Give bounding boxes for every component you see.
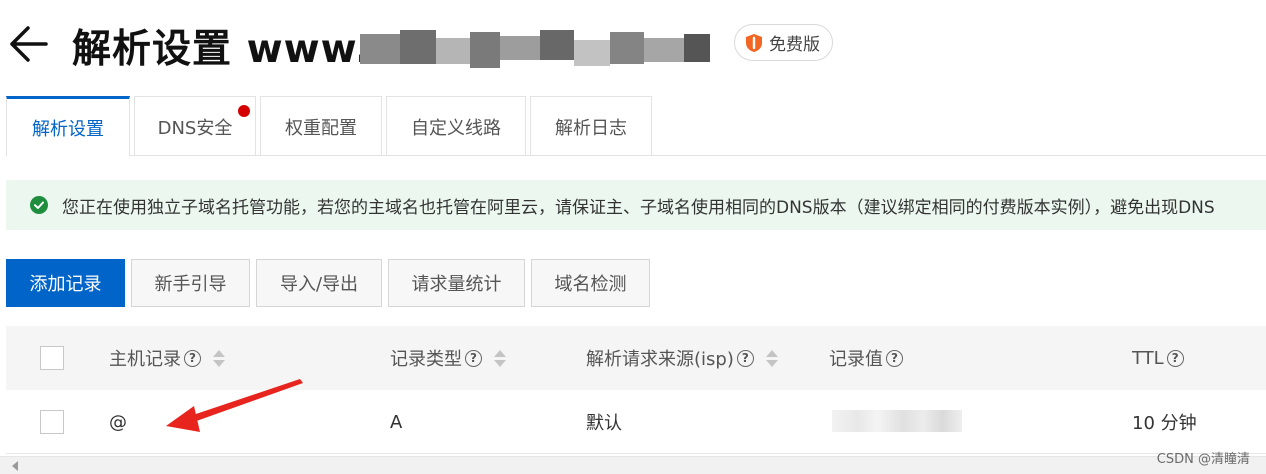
horizontal-scrollbar[interactable]: [0, 456, 1266, 474]
sort-icon[interactable]: [765, 349, 778, 367]
help-icon[interactable]: ?: [736, 349, 754, 367]
tab-divider: [130, 155, 1266, 156]
column-header-host: 主机记录 ?: [109, 326, 225, 390]
edition-label: 免费版: [769, 35, 820, 55]
column-label: 主机记录: [109, 349, 181, 370]
beginner-guide-button[interactable]: 新手引导: [131, 259, 250, 307]
back-arrow-icon[interactable]: [6, 24, 50, 64]
tab-bar: 解析设置 DNS安全 权重配置 自定义线路 解析日志: [6, 96, 656, 156]
help-icon[interactable]: ?: [184, 349, 201, 367]
table-row: @ A 默认 10 分钟: [6, 390, 1266, 454]
notification-dot: [238, 105, 250, 117]
tab-dns-settings[interactable]: 解析设置: [6, 96, 130, 156]
watermark: CSDN @清瞳清: [1156, 452, 1250, 467]
column-label: 记录类型: [390, 349, 462, 370]
tab-label: 解析设置: [32, 118, 104, 140]
request-stats-button[interactable]: 请求量统计: [388, 259, 525, 307]
cell-host: @: [109, 411, 127, 433]
domain-check-button[interactable]: 域名检测: [531, 259, 650, 307]
row-checkbox[interactable]: [40, 410, 64, 434]
tab-dns-security[interactable]: DNS安全: [134, 96, 256, 156]
tab-weight-config[interactable]: 权重配置: [260, 96, 382, 156]
notice-text: 您正在使用独立子域名托管功能，若您的主域名也托管在阿里云，请保证主、子域名使用相…: [62, 197, 1215, 218]
help-icon[interactable]: ?: [1166, 349, 1184, 367]
tab-label: 解析日志: [555, 117, 627, 139]
import-export-button[interactable]: 导入/导出: [256, 259, 382, 307]
help-icon[interactable]: ?: [886, 349, 903, 367]
edition-badge: 免费版: [734, 24, 833, 61]
column-header-ttl: TTL ?: [1132, 326, 1184, 390]
column-header-type: 记录类型 ?: [390, 326, 506, 390]
page-title-text: 解析设置 www.: [72, 27, 371, 72]
tab-dns-logs[interactable]: 解析日志: [530, 96, 652, 156]
tab-label: DNS安全: [157, 117, 233, 139]
select-all-checkbox[interactable]: [40, 346, 64, 370]
shield-icon: [746, 33, 762, 52]
tab-custom-lines[interactable]: 自定义线路: [386, 96, 526, 156]
tab-label: 权重配置: [285, 117, 357, 139]
cell-ttl: 10 分钟: [1132, 413, 1197, 434]
page-title: 解析设置 www.: [72, 18, 371, 74]
column-header-value: 记录值 ?: [829, 326, 903, 390]
add-record-button[interactable]: 添加记录: [6, 259, 125, 307]
cell-isp: 默认: [586, 413, 622, 434]
blurred-record-value: [832, 410, 962, 432]
table-header: 主机记录 ? 记录类型 ? 解析请求来源(isp) ? 记录值 ? TTL ?: [6, 326, 1266, 390]
sort-icon[interactable]: [213, 349, 225, 367]
check-circle-icon: [30, 196, 48, 214]
column-label: 解析请求来源(isp): [586, 349, 734, 370]
sort-icon[interactable]: [494, 349, 506, 367]
blurred-domain-name: [360, 26, 710, 72]
info-notice: 您正在使用独立子域名托管功能，若您的主域名也托管在阿里云，请保证主、子域名使用相…: [6, 180, 1266, 230]
column-label: TTL: [1132, 347, 1164, 369]
help-icon[interactable]: ?: [465, 349, 482, 367]
action-toolbar: 添加记录 新手引导 导入/导出 请求量统计 域名检测: [6, 259, 650, 307]
tab-label: 自定义线路: [411, 117, 501, 139]
column-header-isp: 解析请求来源(isp) ?: [586, 326, 778, 390]
scroll-left-icon[interactable]: [12, 461, 18, 471]
column-label: 记录值: [829, 349, 883, 370]
cell-type: A: [390, 411, 403, 433]
